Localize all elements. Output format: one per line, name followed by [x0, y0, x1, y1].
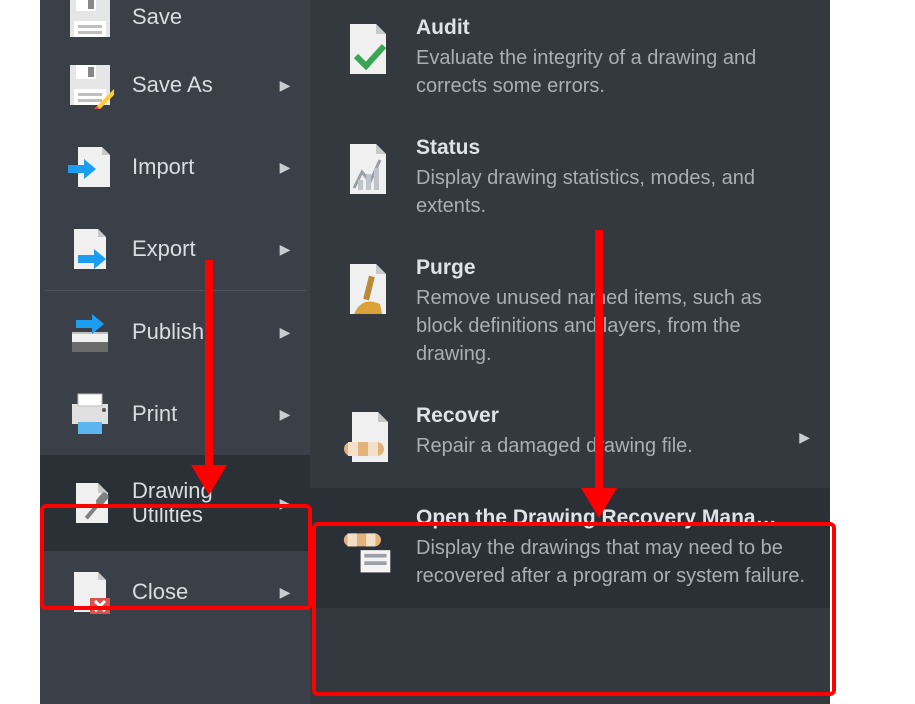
- menu-item-import[interactable]: Import ▶: [40, 126, 310, 208]
- purge-title: Purge: [416, 256, 810, 280]
- recovery-manager-icon: [342, 524, 394, 584]
- chevron-right-icon: ▶: [790, 429, 810, 446]
- submenu-item-status[interactable]: Status Display drawing statistics, modes…: [310, 118, 830, 238]
- menu-item-saveas-label: Save As: [132, 73, 270, 97]
- app-menu-right: Audit Evaluate the integrity of a drawin…: [310, 0, 830, 704]
- status-desc: Display drawing statistics, modes, and e…: [416, 164, 810, 220]
- print-icon: [64, 388, 116, 440]
- menu-item-print-label: Print: [132, 402, 270, 426]
- recover-title: Recover: [416, 404, 790, 428]
- menu-item-saveas[interactable]: Save As ▶: [40, 44, 310, 126]
- submenu-item-audit[interactable]: Audit Evaluate the integrity of a drawin…: [310, 0, 830, 118]
- status-text: Status Display drawing statistics, modes…: [416, 136, 810, 220]
- audit-desc: Evaluate the integrity of a drawing and …: [416, 44, 810, 100]
- status-title: Status: [416, 136, 810, 160]
- menu-item-save[interactable]: Save: [40, 0, 310, 44]
- menu-item-drawing-utilities-label: Drawing Utilities: [132, 479, 270, 527]
- submenu-item-recover[interactable]: Recover Repair a damaged drawing file. ▶: [310, 386, 830, 488]
- save-icon: [64, 0, 116, 43]
- import-icon: [64, 141, 116, 193]
- chevron-right-icon: ▶: [270, 406, 300, 423]
- audit-icon: [342, 22, 394, 82]
- drawing-utilities-icon: [64, 477, 116, 529]
- menu-item-print[interactable]: Print ▶: [40, 373, 310, 455]
- chevron-right-icon: ▶: [270, 324, 300, 341]
- chevron-right-icon: ▶: [270, 77, 300, 94]
- menu-item-save-label: Save: [132, 5, 300, 29]
- chevron-right-icon: ▶: [270, 584, 300, 601]
- chevron-right-icon: ▶: [270, 159, 300, 176]
- app-menu-left: Save Save As ▶: [40, 0, 310, 704]
- recover-icon: [342, 410, 394, 470]
- audit-title: Audit: [416, 16, 810, 40]
- recovery-manager-desc: Display the drawings that may need to be…: [416, 534, 810, 590]
- submenu-item-purge[interactable]: Purge Remove unused named items, such as…: [310, 238, 830, 386]
- recovery-manager-text: Open the Drawing Recovery Mana… Display …: [416, 506, 810, 590]
- chevron-right-icon: ▶: [270, 495, 300, 512]
- purge-icon: [342, 262, 394, 322]
- audit-text: Audit Evaluate the integrity of a drawin…: [416, 16, 810, 100]
- close-icon: [64, 566, 116, 618]
- recover-text: Recover Repair a damaged drawing file.: [416, 404, 790, 460]
- publish-icon: [64, 306, 116, 358]
- export-icon: [64, 223, 116, 275]
- menu-item-import-label: Import: [132, 155, 270, 179]
- menu-item-drawing-utilities[interactable]: Drawing Utilities ▶: [40, 455, 310, 551]
- menu-item-publish[interactable]: Publish ▶: [40, 291, 310, 373]
- saveas-icon: [64, 59, 116, 111]
- recover-desc: Repair a damaged drawing file.: [416, 432, 790, 460]
- recovery-manager-title: Open the Drawing Recovery Mana…: [416, 506, 810, 530]
- status-icon: [342, 142, 394, 202]
- menu-item-export-label: Export: [132, 237, 270, 261]
- menu-item-close[interactable]: Close ▶: [40, 551, 310, 633]
- purge-desc: Remove unused named items, such as block…: [416, 284, 810, 368]
- menu-item-close-label: Close: [132, 580, 270, 604]
- menu-item-publish-label: Publish: [132, 320, 270, 344]
- application-menu: Save Save As ▶: [40, 0, 830, 704]
- submenu-item-open-recovery-manager[interactable]: Open the Drawing Recovery Mana… Display …: [310, 488, 830, 608]
- purge-text: Purge Remove unused named items, such as…: [416, 256, 810, 368]
- chevron-right-icon: ▶: [270, 241, 300, 258]
- menu-item-export[interactable]: Export ▶: [40, 208, 310, 290]
